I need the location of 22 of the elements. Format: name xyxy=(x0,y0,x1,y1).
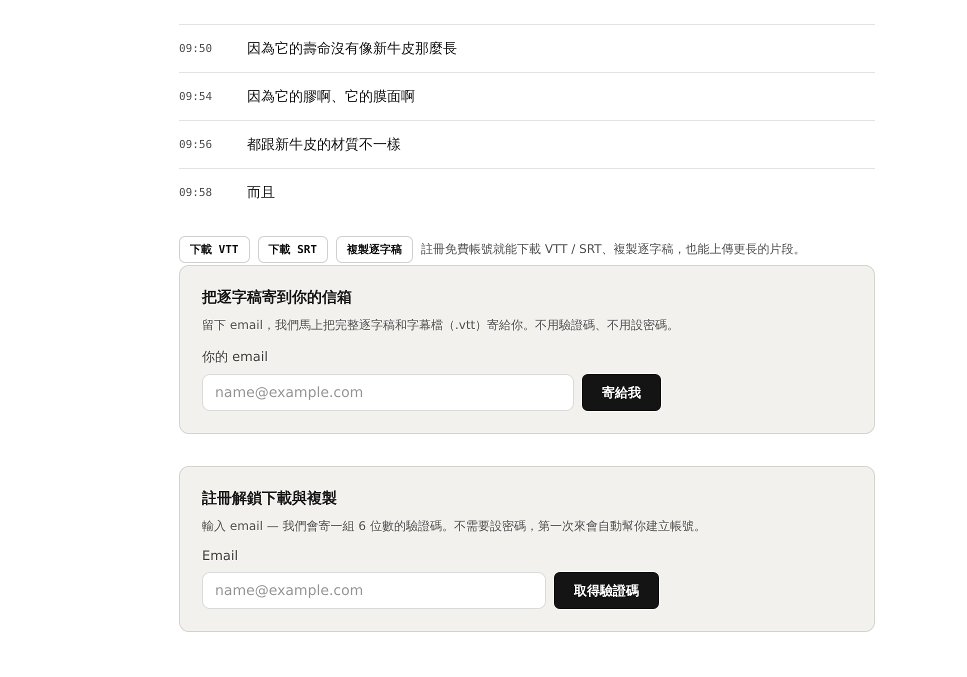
card-description: 輸入 email — 我們會寄一組 6 位數的驗證碼。不需要設密碼，第一次來會自動幫你建立帳號。 xyxy=(202,518,707,535)
transcript-line: 都跟新牛皮的材質不一樣 xyxy=(247,136,401,154)
card-title: 把逐字稿寄到你的信箱 xyxy=(202,288,353,307)
signup-note: 註冊免費帳號就能下載 VTT / SRT、複製逐字稿，也能上傳更長的片段。 xyxy=(421,241,806,258)
email-field[interactable]: name@example.com xyxy=(202,374,574,411)
submit-button[interactable]: 寄給我 xyxy=(582,374,661,411)
action-button[interactable]: 下載 SRT xyxy=(258,236,328,263)
timestamp: 09:54 xyxy=(179,90,214,103)
timestamp: 09:50 xyxy=(179,42,214,55)
field-label: Email xyxy=(202,549,240,564)
field-label: 你的 email xyxy=(202,349,269,366)
action-button[interactable]: 複製逐字稿 xyxy=(336,236,413,263)
timestamp: 09:58 xyxy=(179,186,214,199)
transcript-line: 因為它的膠啊、它的膜面啊 xyxy=(247,88,415,106)
transcript-line: 因為它的壽命沒有像新牛皮那麼長 xyxy=(247,40,457,58)
submit-button[interactable]: 取得驗證碼 xyxy=(554,572,659,609)
email-field[interactable]: name@example.com xyxy=(202,572,546,609)
card-description: 留下 email，我們馬上把完整逐字稿和字幕檔（.vtt）寄給你。不用驗證碼、不用設密碼。 xyxy=(202,317,680,334)
card-title: 註冊解鎖下載與複製 xyxy=(202,489,338,508)
action-button[interactable]: 下載 VTT xyxy=(179,236,250,263)
timestamp: 09:56 xyxy=(179,138,214,151)
transcript-line: 而且 xyxy=(247,184,275,202)
